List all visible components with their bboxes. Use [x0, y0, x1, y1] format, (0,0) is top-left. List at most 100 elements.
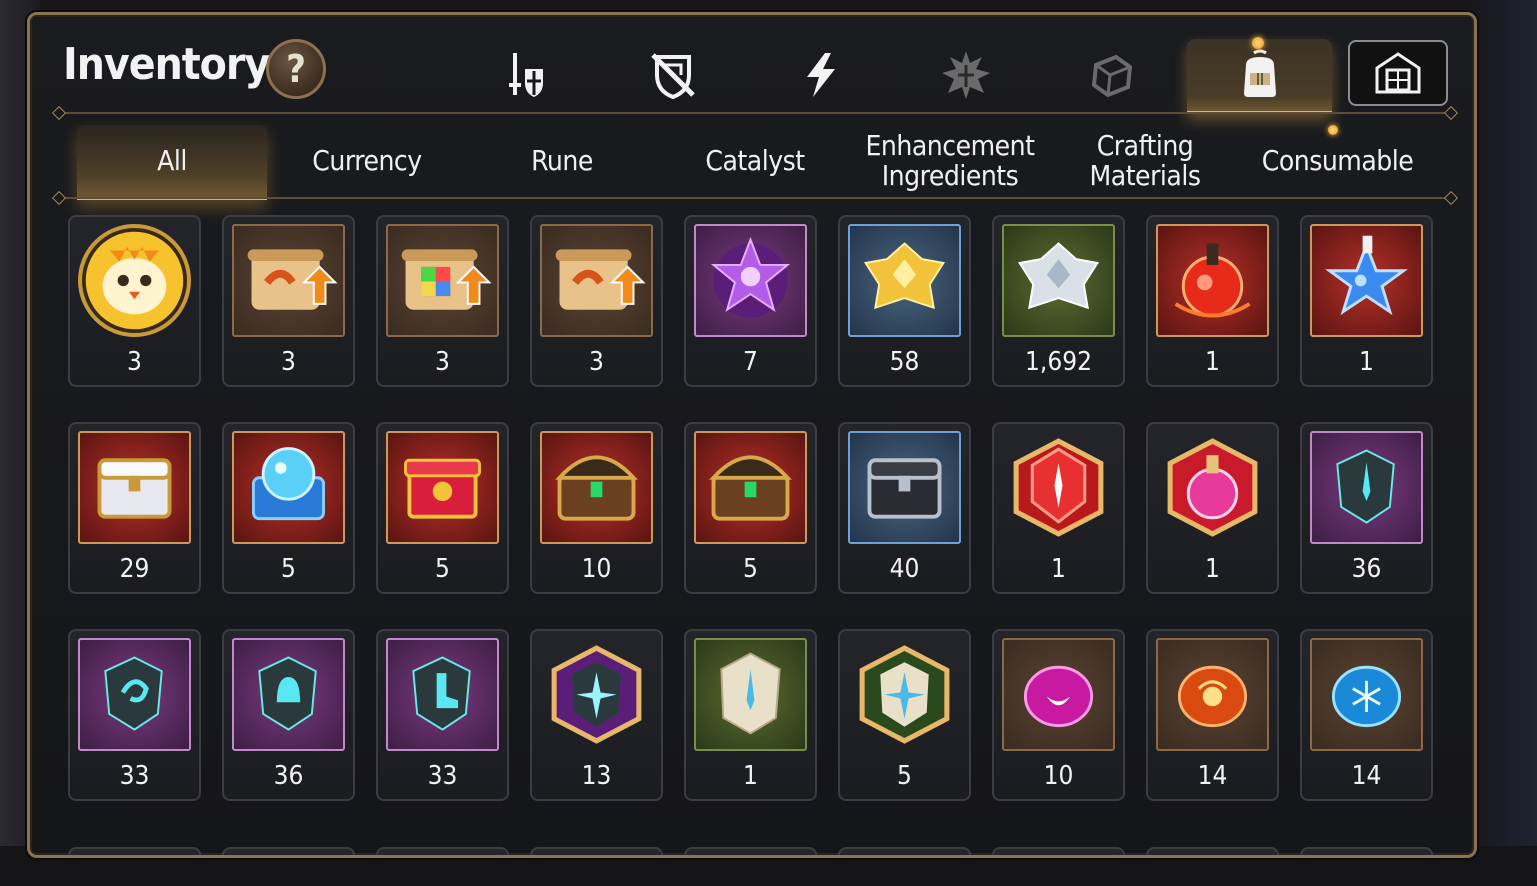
item-slot-partial[interactable]	[684, 847, 817, 855]
subtab-all[interactable]: All	[77, 125, 267, 200]
item-slot[interactable]: 7	[684, 215, 817, 387]
item-slot-partial[interactable]	[1146, 847, 1279, 855]
item-icon-frame	[386, 224, 499, 337]
subtab-consumable[interactable]: Consumable	[1240, 125, 1435, 197]
treasure-chest-icon	[555, 455, 638, 521]
subtab-enhancement-ingredients[interactable]: Enhancement Ingredients	[850, 125, 1050, 197]
item-icon-frame	[540, 431, 653, 544]
subtab-rune[interactable]: Rune	[467, 125, 657, 197]
panel-corner	[30, 841, 44, 855]
item-grid: 3 3 3 3 7 58 1,692 1 1 29 5 5 10 5 40 1 1 36 33 36 33 13 1 5 10 1…	[68, 215, 1448, 855]
divider-cap	[51, 190, 67, 206]
item-quantity: 7	[743, 347, 758, 377]
item-quantity: 1,692	[1025, 347, 1092, 377]
item-quantity: 1	[1205, 347, 1220, 377]
item-slot-partial[interactable]	[222, 847, 355, 855]
help-button[interactable]: ?	[266, 39, 326, 99]
item-slot[interactable]: 3	[530, 215, 663, 387]
item-quantity: 1	[1205, 554, 1220, 584]
spiral-rune-stone-icon	[104, 656, 163, 731]
sword-tablet-icon	[720, 652, 781, 735]
item-quantity: 36	[273, 761, 304, 791]
item-icon-frame	[1310, 638, 1423, 751]
item-icon-frame	[1310, 431, 1423, 544]
item-icon-frame	[232, 638, 345, 751]
item-slot-partial[interactable]	[838, 847, 971, 855]
item-slot[interactable]: 1	[1146, 215, 1279, 387]
item-slot-partial[interactable]	[530, 847, 663, 855]
item-slot[interactable]: 40	[838, 422, 971, 594]
item-slot[interactable]: 1	[684, 629, 817, 801]
item-quantity: 14	[1351, 761, 1382, 791]
item-icon-frame	[540, 638, 653, 751]
purple-crystal-icon	[710, 236, 791, 318]
item-slot[interactable]: 3	[222, 215, 355, 387]
item-icon-frame	[232, 431, 345, 544]
item-icon-frame	[1156, 638, 1269, 751]
tab-spirit[interactable]	[906, 39, 1026, 111]
item-slot[interactable]: 3	[68, 215, 201, 387]
item-slot-partial[interactable]	[992, 847, 1125, 855]
item-icon-frame	[848, 224, 961, 337]
pink-flask-icon	[1167, 438, 1258, 537]
item-slot[interactable]: 29	[68, 422, 201, 594]
item-quantity: 36	[1351, 554, 1382, 584]
star-tablet-icon	[859, 645, 950, 744]
subtab-currency[interactable]: Currency	[272, 125, 462, 197]
item-quantity: 5	[435, 554, 450, 584]
subtab-catalyst[interactable]: Catalyst	[660, 125, 850, 197]
item-slot[interactable]: 14	[1300, 629, 1433, 801]
notification-dot	[1252, 37, 1264, 49]
item-slot[interactable]: 5	[684, 422, 817, 594]
item-quantity: 1	[1359, 347, 1374, 377]
item-quantity: 33	[427, 761, 458, 791]
item-quantity: 3	[281, 347, 296, 377]
item-icon-frame	[848, 431, 961, 544]
frost-orb-icon	[1331, 665, 1402, 728]
item-slot[interactable]: 5	[838, 629, 971, 801]
item-icon-frame	[232, 224, 345, 337]
item-icon-frame	[1156, 224, 1269, 337]
item-slot[interactable]: 58	[838, 215, 971, 387]
item-quantity: 5	[281, 554, 296, 584]
silver-crystal-icon	[1017, 242, 1100, 310]
item-slot-partial[interactable]	[1300, 847, 1433, 855]
item-slot[interactable]: 36	[1300, 422, 1433, 594]
star-potion-icon	[1325, 235, 1408, 316]
item-slot[interactable]: 10	[530, 422, 663, 594]
item-icon-frame	[78, 431, 191, 544]
inventory-panel: Inventory ? All Currency Rune Catalyst E…	[27, 12, 1477, 858]
tab-artifact[interactable]	[613, 39, 733, 111]
item-slot[interactable]: 1	[992, 422, 1125, 594]
item-quantity: 1	[1051, 554, 1066, 584]
storage-button[interactable]	[1348, 40, 1448, 106]
tab-skill[interactable]	[761, 39, 881, 111]
tab-gear[interactable]	[465, 39, 585, 111]
divider	[60, 112, 1450, 114]
item-quantity: 3	[435, 347, 450, 377]
storage-house-icon	[1375, 52, 1421, 94]
item-slot[interactable]: 1	[1300, 215, 1433, 387]
item-slot[interactable]: 1,692	[992, 215, 1125, 387]
item-slot[interactable]: 14	[1146, 629, 1279, 801]
backpack-icon	[1243, 49, 1276, 97]
item-slot[interactable]: 3	[376, 215, 509, 387]
item-quantity: 10	[581, 554, 612, 584]
item-icon-frame	[694, 638, 807, 751]
item-slot[interactable]: 13	[530, 629, 663, 801]
item-slot[interactable]: 1	[1146, 422, 1279, 594]
tab-chest[interactable]	[1052, 39, 1172, 111]
dice-box-icon	[1091, 54, 1133, 98]
tab-items[interactable]	[1187, 39, 1332, 114]
item-slot[interactable]: 33	[376, 629, 509, 801]
item-slot[interactable]: 5	[222, 422, 355, 594]
item-slot-partial[interactable]	[376, 847, 509, 855]
item-slot[interactable]: 33	[68, 629, 201, 801]
item-slot-partial[interactable]	[68, 847, 201, 855]
subtab-crafting-materials[interactable]: Crafting Materials	[1050, 125, 1240, 197]
item-slot[interactable]: 10	[992, 629, 1125, 801]
white-gold-chest-icon	[97, 458, 172, 519]
item-slot[interactable]: 5	[376, 422, 509, 594]
item-slot[interactable]: 36	[222, 629, 355, 801]
star-rune-stone-icon	[551, 645, 642, 744]
